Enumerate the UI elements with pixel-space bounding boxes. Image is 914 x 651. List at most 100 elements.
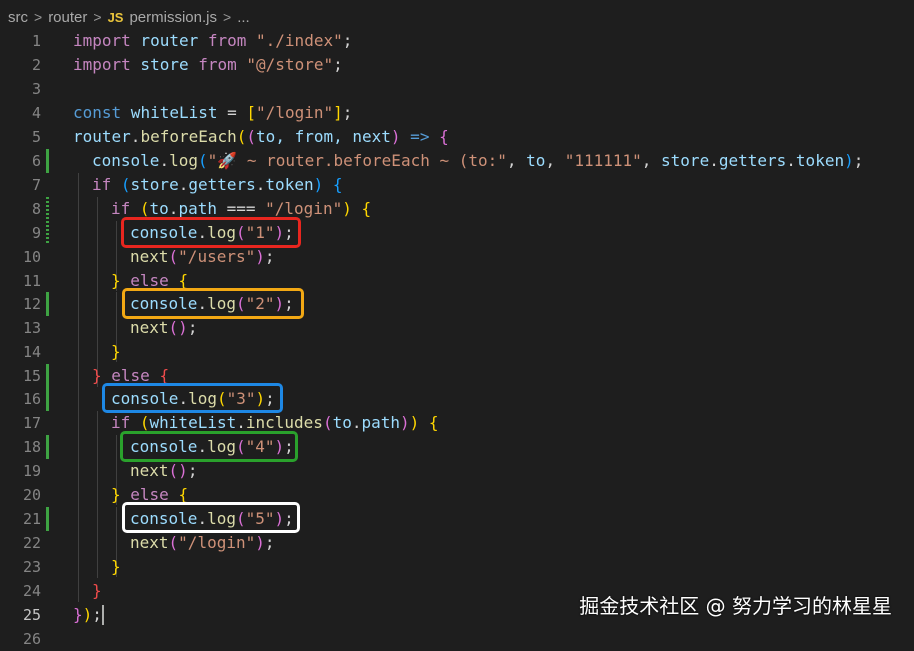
code-line[interactable]: 19 next(); xyxy=(0,459,914,483)
code-line[interactable]: 14 } xyxy=(0,340,914,364)
operator: = xyxy=(217,103,247,122)
identifier: path xyxy=(178,199,217,218)
punctuation: , xyxy=(506,151,527,170)
line-number: 2 xyxy=(31,56,41,74)
identifier: getters xyxy=(188,175,256,194)
line-number: 5 xyxy=(31,128,41,146)
bracket: ) xyxy=(255,247,265,266)
line-number: 17 xyxy=(22,414,41,432)
bracket: { xyxy=(323,175,343,194)
line-number: 11 xyxy=(22,272,41,290)
line-number: 16 xyxy=(22,390,41,408)
function-name: next xyxy=(130,247,169,266)
code-line[interactable]: 22 next("/login"); xyxy=(0,531,914,555)
highlight-box-green xyxy=(120,431,298,462)
bracket: ) xyxy=(313,175,324,194)
identifier: store xyxy=(661,151,710,170)
javascript-file-icon: JS xyxy=(107,9,124,25)
code-line[interactable]: 3 xyxy=(0,77,914,101)
code-editor[interactable]: 1 import router from "./index"; 2 import… xyxy=(0,29,914,648)
line-number: 22 xyxy=(22,534,41,552)
identifier: path xyxy=(361,413,401,432)
bracket: { xyxy=(439,127,449,146)
bracket: ) xyxy=(178,461,188,480)
bracket: } xyxy=(111,485,121,504)
code-line[interactable]: 7 if (store.getters.token) { xyxy=(0,173,914,197)
breadcrumb-src[interactable]: src xyxy=(8,9,28,26)
line-number: 21 xyxy=(22,510,41,528)
identifier: to xyxy=(149,199,169,218)
punctuation: . xyxy=(178,175,189,194)
keyword: const xyxy=(73,103,122,122)
string: "111111" xyxy=(564,151,642,170)
identifier: router xyxy=(73,127,131,146)
bracket: { xyxy=(351,199,372,218)
bracket: } xyxy=(111,557,121,576)
bracket: ) xyxy=(342,199,352,218)
breadcrumb-more[interactable]: ... xyxy=(237,9,250,26)
function-name: next xyxy=(130,318,169,337)
bracket: ) xyxy=(82,605,93,624)
code-line[interactable]: 13 next(); xyxy=(0,316,914,340)
line-number: 3 xyxy=(31,80,41,98)
string: "/login" xyxy=(178,533,256,552)
identifier: router xyxy=(130,31,208,50)
punctuation: . xyxy=(786,151,796,170)
punctuation: , xyxy=(545,151,565,170)
line-number: 20 xyxy=(22,486,41,504)
punctuation: , xyxy=(641,151,662,170)
line-number: 24 xyxy=(22,582,41,600)
function-name: next xyxy=(130,461,169,480)
keyword: from xyxy=(207,31,247,50)
identifier: to xyxy=(332,413,352,432)
bracket: ( xyxy=(130,199,150,218)
bracket: } xyxy=(92,366,102,385)
parameters: to, from, next xyxy=(256,127,391,146)
identifier: to xyxy=(526,151,546,170)
line-number: 1 xyxy=(31,32,41,50)
bracket: ) xyxy=(409,413,420,432)
code-line[interactable]: 10 next("/users"); xyxy=(0,245,914,269)
bracket: ) xyxy=(255,533,265,552)
bracket: ( xyxy=(168,318,179,337)
punctuation: ; xyxy=(92,605,102,624)
bracket: } xyxy=(73,605,83,624)
punctuation: . xyxy=(236,413,246,432)
identifier: console xyxy=(92,151,160,170)
code-line[interactable]: 23 } xyxy=(0,555,914,579)
code-line[interactable]: 4 const whiteList = ["/login"]; xyxy=(0,101,914,125)
arrow-operator: => xyxy=(400,127,440,146)
bracket: ) xyxy=(390,127,401,146)
bracket: [ xyxy=(246,103,257,122)
function-name: beforeEach xyxy=(140,127,237,146)
keyword: if xyxy=(111,199,131,218)
identifier: token xyxy=(265,175,314,194)
bracket: } xyxy=(111,271,121,290)
line-number: 13 xyxy=(22,319,41,337)
punctuation: . xyxy=(709,151,719,170)
line-number: 8 xyxy=(31,200,41,218)
line-number: 7 xyxy=(31,176,41,194)
code-line[interactable]: 26 xyxy=(0,627,914,651)
text-cursor xyxy=(102,605,104,625)
operator: === xyxy=(216,199,266,218)
highlight-box-white xyxy=(122,502,300,533)
line-number: 14 xyxy=(22,343,41,361)
line-number: 4 xyxy=(31,104,41,122)
code-line[interactable]: 6 console.log("🚀 ~ router.beforeEach ~ (… xyxy=(0,149,914,173)
bracket: } xyxy=(92,581,102,600)
bracket: ) xyxy=(400,413,410,432)
breadcrumb-router[interactable]: router xyxy=(48,9,87,26)
punctuation: . xyxy=(168,199,179,218)
bracket: ( xyxy=(322,413,333,432)
chevron-right-icon: > xyxy=(34,9,43,25)
punctuation: ; xyxy=(187,318,198,337)
line-number: 23 xyxy=(22,558,41,576)
function-name: next xyxy=(130,533,169,552)
string: "🚀 ~ router.beforeEach ~ (to:" xyxy=(207,151,507,170)
identifier: store xyxy=(130,175,179,194)
code-line[interactable]: 1 import router from "./index"; xyxy=(0,29,914,53)
code-line[interactable]: 2 import store from "@/store"; xyxy=(0,53,914,77)
breadcrumb-file[interactable]: permission.js xyxy=(129,9,217,26)
code-line[interactable]: 5 router.beforeEach((to, from, next) => … xyxy=(0,125,914,149)
